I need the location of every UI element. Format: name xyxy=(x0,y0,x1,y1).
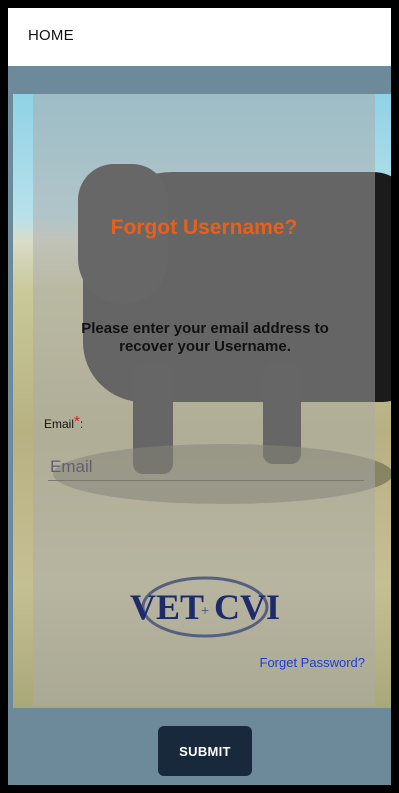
logo-text-cvi: CVI xyxy=(214,587,280,627)
forgot-username-card: Forgot Username? Please enter your email… xyxy=(33,94,375,706)
svg-text:+: + xyxy=(201,602,209,618)
page-title: Forgot Username? xyxy=(110,216,298,239)
app-screen: HOME Forgot Username? Please enter your … xyxy=(8,8,391,785)
home-title[interactable]: HOME xyxy=(28,27,74,44)
instructions-text: Please enter your email address to recov… xyxy=(81,320,329,355)
forget-password-link[interactable]: Forget Password? xyxy=(260,655,366,670)
vet-cvi-logo: VET CVI + xyxy=(130,576,280,638)
email-label-colon: : xyxy=(79,417,84,431)
submit-button[interactable]: SUBMIT xyxy=(158,726,252,776)
email-field-label: Email*: xyxy=(44,414,84,431)
logo-text-vet: VET xyxy=(130,587,204,627)
email-label-text: Email xyxy=(44,417,75,431)
top-app-bar: HOME xyxy=(8,8,391,66)
email-input[interactable] xyxy=(48,454,364,481)
